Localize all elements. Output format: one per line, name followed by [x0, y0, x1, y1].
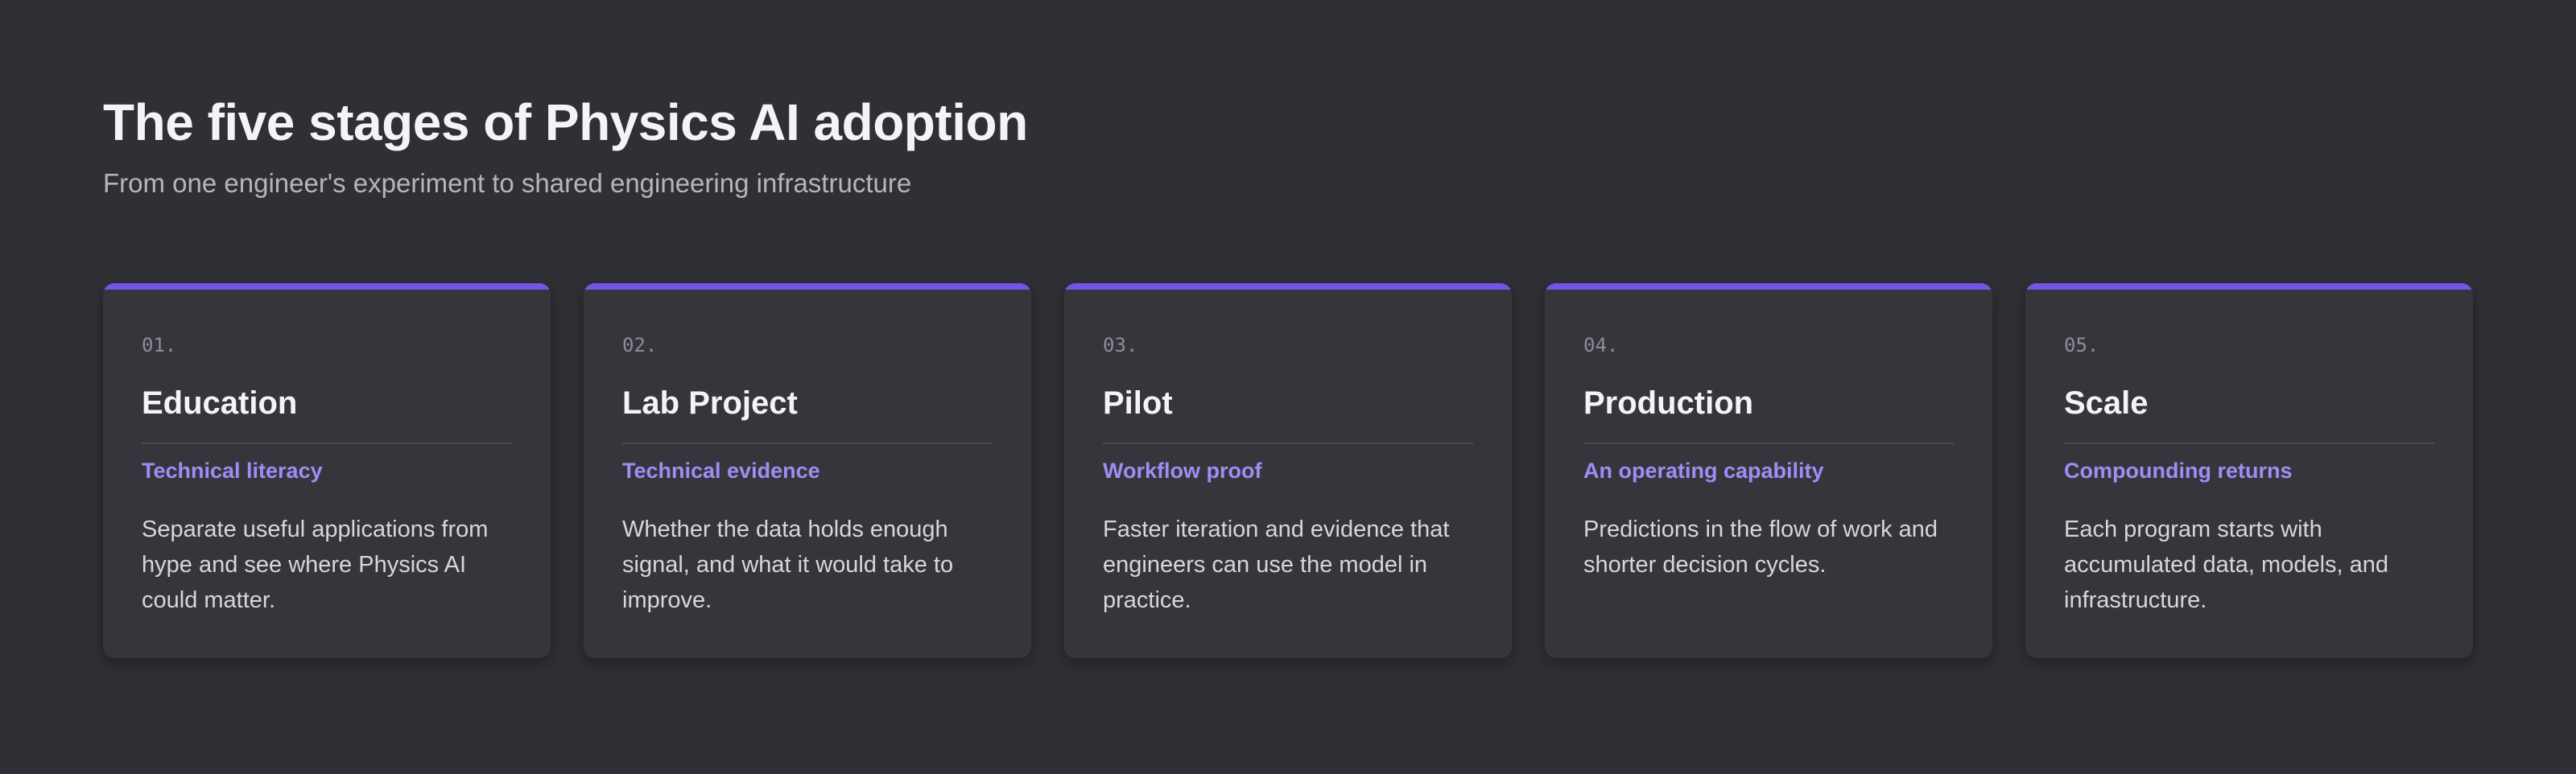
card-accent-bar — [103, 283, 551, 290]
stage-title: Scale — [2064, 385, 2149, 421]
card-divider — [1103, 443, 1473, 444]
stage-number: 01. — [142, 334, 177, 356]
card-divider — [1583, 443, 1954, 444]
stages-section: The five stages of Physics AI adoption F… — [103, 90, 2473, 658]
stage-number: 02. — [622, 334, 658, 356]
stage-tagline: Workflow proof — [1103, 459, 1262, 483]
stage-card-lab-project: 02. Lab Project Technical evidence Wheth… — [584, 283, 1031, 658]
stage-number: 05. — [2064, 334, 2099, 356]
card-divider — [142, 443, 512, 444]
card-divider — [622, 443, 993, 444]
card-accent-bar — [1545, 283, 1992, 290]
stage-description: Faster iteration and evidence that engin… — [1103, 517, 1450, 613]
page-subtitle: From one engineer's experiment to shared… — [103, 168, 912, 198]
stage-description: Separate useful applications from hype a… — [142, 517, 489, 613]
stage-number: 04. — [1583, 334, 1619, 356]
stage-description: Predictions in the flow of work and shor… — [1583, 517, 1938, 578]
stage-card-scale: 05. Scale Compounding returns Each progr… — [2025, 283, 2473, 658]
card-accent-bar — [2025, 283, 2473, 290]
stage-number: 03. — [1103, 334, 1138, 356]
stage-card-education: 01. Education Technical literacy Separat… — [103, 283, 551, 658]
stage-card-pilot: 03. Pilot Workflow proof Faster iteratio… — [1064, 283, 1512, 658]
stage-description: Each program starts with accumulated dat… — [2064, 517, 2389, 613]
stage-cards: 01. Education Technical literacy Separat… — [103, 283, 2473, 658]
stage-description: Whether the data holds enough signal, an… — [622, 517, 954, 613]
stage-title: Pilot — [1103, 385, 1173, 421]
stage-title: Education — [142, 385, 298, 421]
stage-tagline: An operating capability — [1583, 459, 1824, 483]
stage-title: Production — [1583, 385, 1754, 421]
stage-tagline: Technical evidence — [622, 459, 820, 483]
card-divider — [2064, 443, 2434, 444]
stage-tagline: Compounding returns — [2064, 459, 2293, 483]
stage-title: Lab Project — [622, 385, 798, 421]
card-accent-bar — [584, 283, 1031, 290]
stage-tagline: Technical literacy — [142, 459, 323, 483]
card-accent-bar — [1064, 283, 1512, 290]
stage-card-production: 04. Production An operating capability P… — [1545, 283, 1992, 658]
page-title: The five stages of Physics AI adoption — [103, 93, 1028, 151]
